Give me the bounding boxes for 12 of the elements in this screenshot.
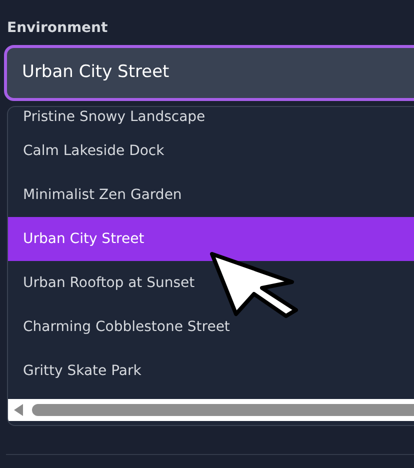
environment-select[interactable]: Urban City Street — [4, 45, 414, 101]
scroll-left-icon[interactable] — [14, 404, 23, 416]
field-label: Environment — [6, 19, 108, 38]
option-item[interactable]: Calm Lakeside Dock — [8, 129, 414, 173]
horizontal-scrollbar[interactable] — [8, 399, 414, 421]
option-item[interactable]: Gritty Skate Park — [8, 349, 414, 393]
option-item[interactable]: Minimalist Zen Garden — [8, 173, 414, 217]
option-item[interactable]: Charming Cobblestone Street — [8, 305, 414, 349]
scrollbar-thumb[interactable] — [32, 404, 414, 416]
option-item[interactable]: Urban Rooftop at Sunset — [8, 261, 414, 305]
option-item[interactable]: Urban City Street — [8, 217, 414, 261]
option-item[interactable]: Pristine Snowy Landscape — [8, 107, 414, 129]
